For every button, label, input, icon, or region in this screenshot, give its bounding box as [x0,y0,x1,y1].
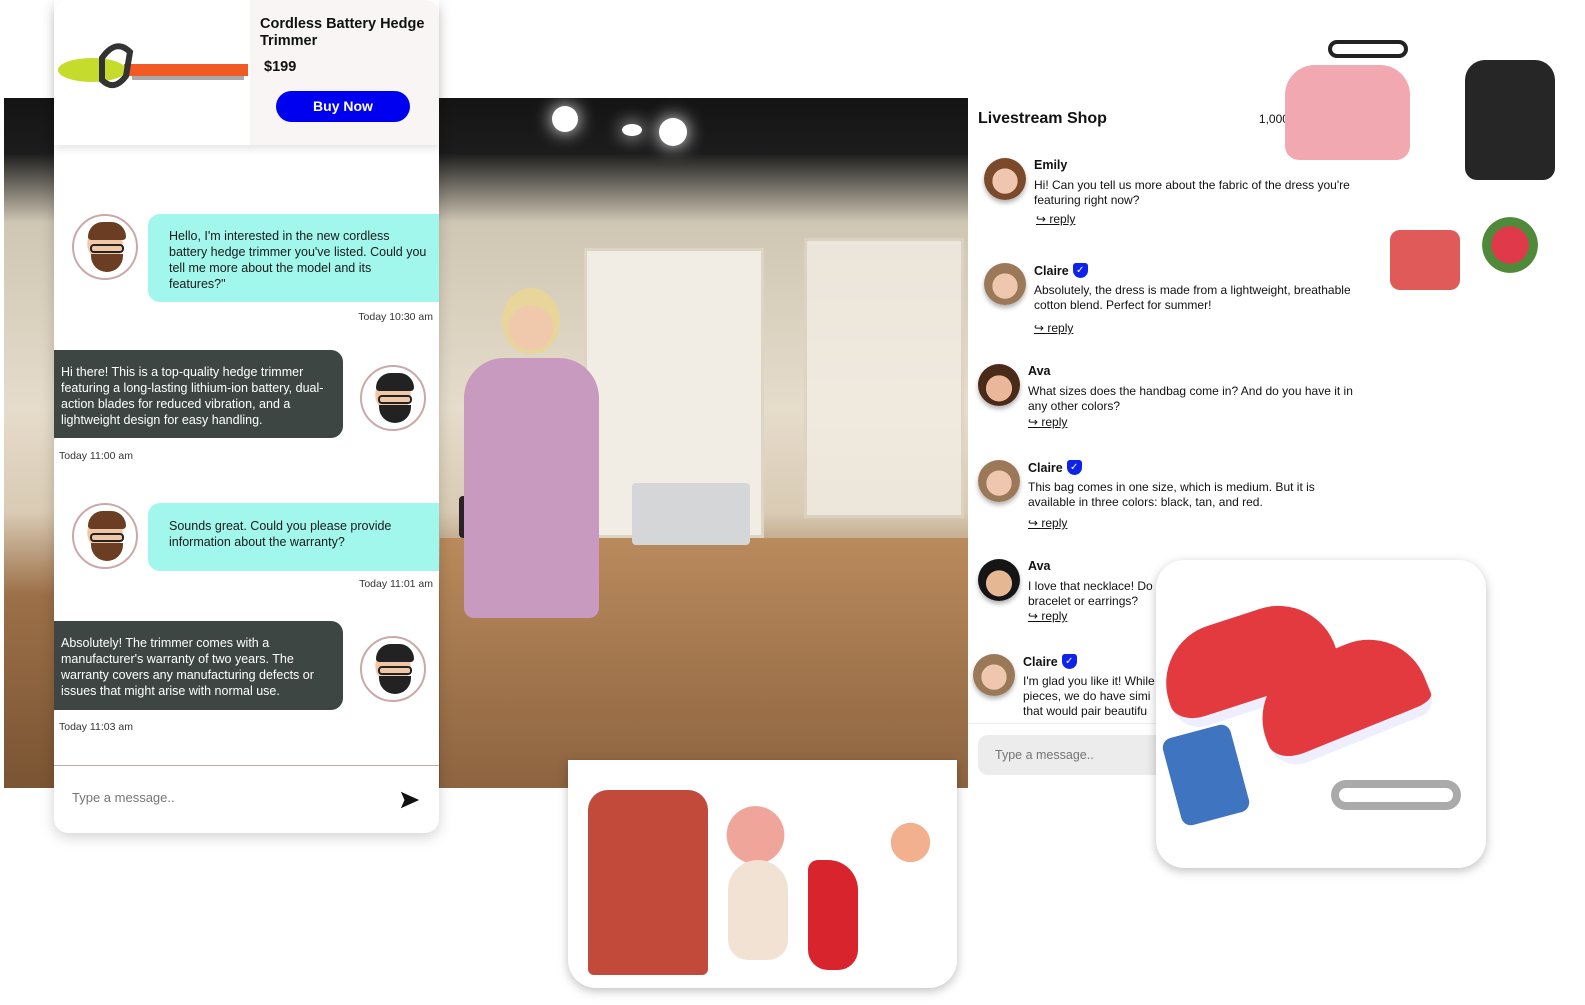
avatar [973,654,1015,696]
send-icon[interactable] [399,789,421,811]
host-presenter [444,288,614,618]
support-chat-panel: Cordless Battery Hedge Trimmer $199 Buy … [54,0,439,833]
reply-link[interactable]: ↪ reply [1036,212,1075,226]
message-timestamp: Today 10:30 am [358,311,433,323]
reply-icon: ↪ [1034,321,1048,335]
message-timestamp: Today 11:01 am [359,578,433,590]
message-timestamp: Today 11:00 am [59,450,133,462]
product-info: Cordless Battery Hedge Trimmer $199 Buy … [250,0,439,145]
product-title: Cordless Battery Hedge Trimmer [260,16,425,49]
comment-author: Claire ✓ [1023,654,1077,669]
comment-author: Ava [1028,364,1051,378]
product-card: Cordless Battery Hedge Trimmer $199 Buy … [54,0,439,145]
rose [1475,215,1545,275]
reply-link[interactable]: ↪ reply [1028,516,1067,530]
red-boot [1390,230,1460,290]
verified-badge-icon: ✓ [1061,654,1077,669]
avatar [978,460,1020,502]
sunglasses [1328,40,1408,58]
red-shirt [588,790,708,975]
shelf [804,238,964,518]
vase [728,860,788,960]
studio-light [552,106,578,132]
comment-author: Emily [1034,158,1068,172]
user-avatar [72,214,138,280]
bracelet [1331,780,1461,810]
phone-case [1160,722,1252,828]
message-timestamp: Today 11:03 am [59,721,133,733]
studio-light [622,124,642,136]
roses [713,805,798,865]
reply-link[interactable]: ↪ reply [1028,415,1067,429]
panel-title: Livestream Shop [978,110,1107,127]
user-message: Hello, I'm interested in the new cordles… [148,214,439,302]
reply-icon: ↪ [1028,516,1042,530]
buy-now-button[interactable]: Buy Now [276,91,410,122]
pink-handbag [1285,65,1410,160]
reply-icon: ↪ [1028,609,1042,623]
agent-avatar [360,365,426,431]
user-message: Sounds great. Could you please provide i… [148,503,439,571]
user-avatar [72,503,138,569]
agent-avatar [360,636,426,702]
outfit-image-card [568,760,957,988]
comment-text: This bag comes in one size, which is med… [1028,480,1315,509]
avatar [978,559,1020,601]
comment-text: What sizes does the handbag come in? And… [1028,384,1353,413]
sneakers-image-card [1156,560,1486,868]
comment-author: Ava [1028,559,1051,573]
laptop [632,483,750,545]
agent-message: Absolutely! The trimmer comes with a man… [54,621,343,710]
studio-light [659,118,687,146]
verified-badge-icon: ✓ [1066,460,1082,475]
comment-text: I'm glad you like it! While pieces, we d… [1023,674,1155,718]
agent-message: Hi there! This is a top-quality hedge tr… [54,350,343,438]
black-handbag [1465,60,1555,180]
avatar [978,364,1020,406]
comment-author: Claire ✓ [1034,263,1088,278]
message-composer [54,765,439,833]
red-heel [808,860,858,970]
comment-author: Claire ✓ [1028,460,1082,475]
product-price: $199 [264,59,297,75]
accessories-collage-image [1280,20,1565,300]
avatar [984,263,1026,305]
verified-badge-icon: ✓ [1072,263,1088,278]
product-image [54,0,250,145]
flower [883,815,938,870]
reply-icon: ↪ [1028,415,1042,429]
message-input[interactable] [72,790,372,805]
reply-link[interactable]: ↪ reply [1034,321,1073,335]
reply-icon: ↪ [1036,212,1050,226]
reply-link[interactable]: ↪ reply [1028,609,1067,623]
avatar [984,158,1026,200]
